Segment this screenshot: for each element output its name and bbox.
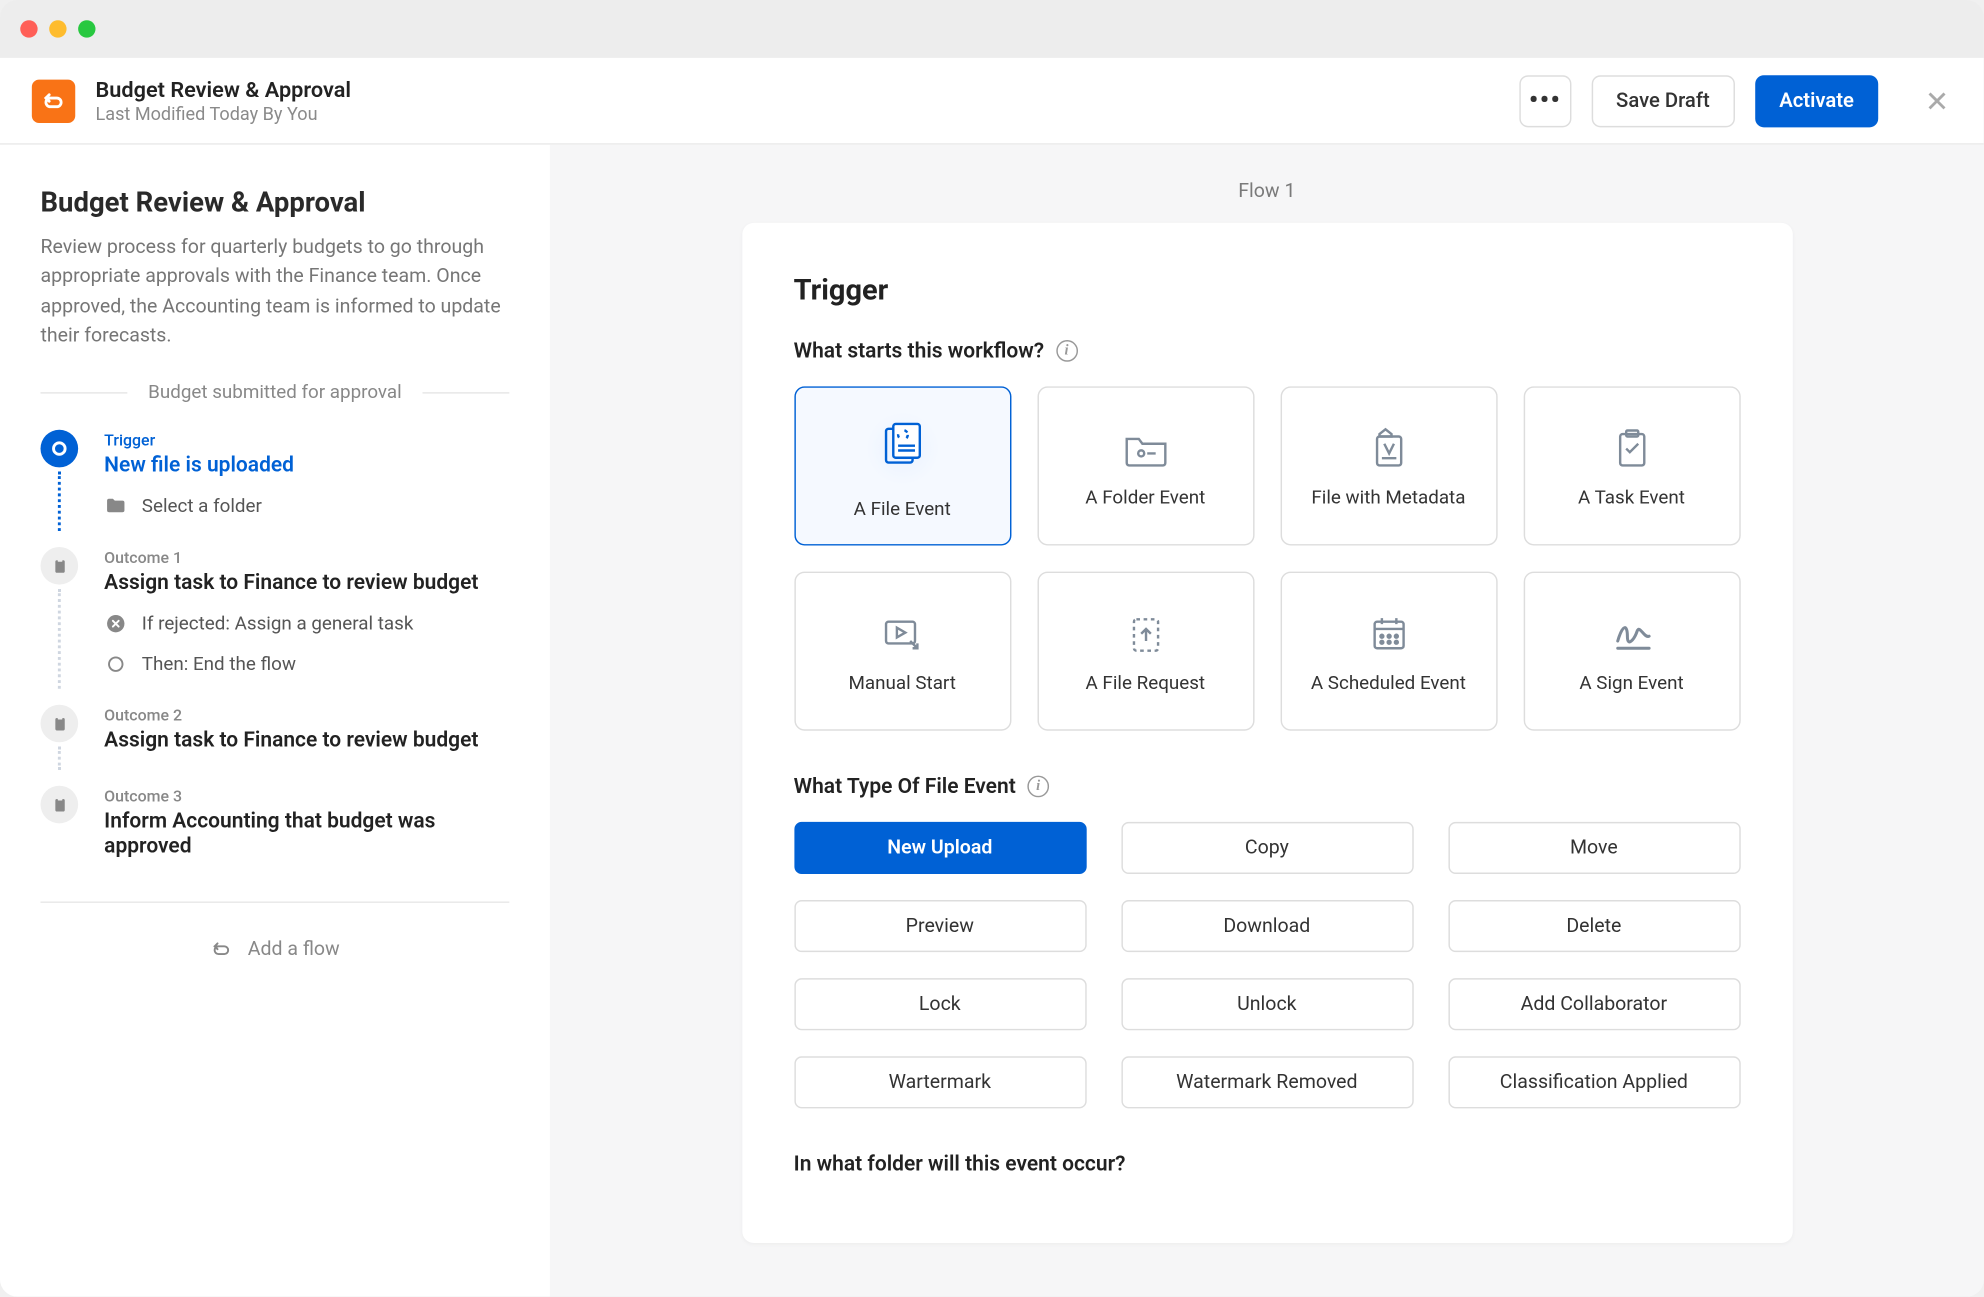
clipboard-icon	[41, 705, 79, 743]
trigger-file-event[interactable]: A File Event	[794, 386, 1011, 545]
question-starts: What starts this workflow? i	[794, 339, 1740, 364]
activate-button[interactable]: Activate	[1755, 75, 1879, 127]
steps-list: Trigger New file is uploaded Select a fo…	[41, 430, 510, 876]
step-title: Assign task to Finance to review budget	[104, 570, 509, 595]
x-circle-icon	[104, 612, 127, 635]
trigger-sub-text: Select a folder	[142, 496, 262, 518]
trigger-sign-event[interactable]: A Sign Event	[1523, 572, 1740, 731]
main-panel: Flow 1 Trigger What starts this workflow…	[550, 145, 1984, 1297]
flow-icon	[210, 938, 233, 961]
add-flow-button[interactable]: Add a flow	[41, 929, 510, 961]
window-close-dot[interactable]	[20, 20, 37, 37]
event-download[interactable]: Download	[1121, 900, 1413, 952]
calendar-icon	[1359, 608, 1417, 657]
trigger-manual-start[interactable]: Manual Start	[794, 572, 1011, 731]
file-event-icon	[873, 420, 931, 469]
step-trigger[interactable]: Trigger New file is uploaded Select a fo…	[41, 430, 510, 536]
step-title: Assign task to Finance to review budget	[104, 728, 509, 753]
event-move[interactable]: Move	[1448, 822, 1740, 874]
app-body: Budget Review & Approval Last Modified T…	[0, 58, 1984, 1297]
window-max-dot[interactable]	[78, 20, 95, 37]
trigger-scheduled[interactable]: A Scheduled Event	[1280, 572, 1497, 731]
title-block: Budget Review & Approval Last Modified T…	[96, 76, 352, 125]
topbar: Budget Review & Approval Last Modified T…	[0, 58, 1984, 145]
outcome1-sub2: Then: End the flow	[104, 653, 509, 676]
question-folder: In what folder will this event occur?	[794, 1152, 1740, 1177]
window-min-dot[interactable]	[49, 20, 66, 37]
step-bullet-active	[41, 430, 79, 468]
save-draft-button[interactable]: Save Draft	[1591, 75, 1734, 127]
trigger-metadata[interactable]: File with Metadata	[1280, 386, 1497, 545]
step-label: Trigger	[104, 431, 509, 450]
event-type-grid: New Upload Copy Move Preview Download De…	[794, 822, 1740, 1109]
event-watermark[interactable]: Wartermark	[794, 1056, 1086, 1108]
question-file-event-type: What Type Of File Event i	[794, 774, 1740, 799]
manual-start-icon	[873, 608, 931, 657]
event-preview[interactable]: Preview	[794, 900, 1086, 952]
step-label: Outcome 1	[104, 548, 509, 567]
task-event-icon	[1603, 423, 1661, 472]
workflow-title: Budget Review & Approval	[96, 76, 352, 102]
step-outcome-2[interactable]: Outcome 2 Assign task to Finance to revi…	[41, 705, 510, 774]
info-icon[interactable]: i	[1056, 340, 1078, 362]
trigger-grid: A File Event A Folder Event File with Me…	[794, 386, 1740, 730]
mac-titlebar	[0, 0, 1984, 58]
trigger-subrow[interactable]: Select a folder	[104, 495, 509, 518]
clipboard-icon	[41, 786, 79, 824]
step-title: Inform Accounting that budget was approv…	[104, 809, 509, 858]
app-logo	[32, 79, 75, 122]
event-classification[interactable]: Classification Applied	[1448, 1056, 1740, 1108]
event-watermark-removed[interactable]: Watermark Removed	[1121, 1056, 1413, 1108]
step-label: Outcome 3	[104, 787, 509, 806]
event-delete[interactable]: Delete	[1448, 900, 1740, 952]
sidebar: Budget Review & Approval Review process …	[0, 145, 550, 1297]
file-request-icon	[1116, 608, 1174, 657]
add-flow-label: Add a flow	[248, 938, 340, 961]
sign-icon	[1603, 608, 1661, 657]
event-copy[interactable]: Copy	[1121, 822, 1413, 874]
trigger-folder-event[interactable]: A Folder Event	[1037, 386, 1254, 545]
content-body: Budget Review & Approval Review process …	[0, 145, 1984, 1297]
trigger-file-request[interactable]: A File Request	[1037, 572, 1254, 731]
outcome1-sub1: If rejected: Assign a general task	[104, 612, 509, 635]
sidebar-description: Review process for quarterly budgets to …	[41, 233, 510, 350]
app-window: Budget Review & Approval Last Modified T…	[0, 0, 1984, 1297]
flow-label: Flow 1	[550, 145, 1984, 223]
step-title: New file is uploaded	[104, 453, 509, 478]
step-label: Outcome 2	[104, 706, 509, 725]
trigger-heading: Trigger	[794, 272, 1740, 307]
event-add-collaborator[interactable]: Add Collaborator	[1448, 978, 1740, 1030]
clipboard-icon	[41, 547, 79, 585]
flow-divider-label: Budget submitted for approval	[41, 382, 510, 404]
step-outcome-3[interactable]: Outcome 3 Inform Accounting that budget …	[41, 786, 510, 876]
sidebar-title: Budget Review & Approval	[41, 185, 510, 218]
close-panel-button[interactable]: ✕	[1919, 77, 1955, 123]
event-new-upload[interactable]: New Upload	[794, 822, 1086, 874]
event-unlock[interactable]: Unlock	[1121, 978, 1413, 1030]
event-lock[interactable]: Lock	[794, 978, 1086, 1030]
trigger-task-event[interactable]: A Task Event	[1523, 386, 1740, 545]
circle-icon	[104, 653, 127, 676]
metadata-icon	[1359, 423, 1417, 472]
folder-event-icon	[1116, 423, 1174, 472]
more-button[interactable]: •••	[1519, 75, 1571, 127]
info-icon[interactable]: i	[1027, 776, 1049, 798]
workflow-subtitle: Last Modified Today By You	[96, 103, 352, 125]
trigger-card: Trigger What starts this workflow? i A F…	[742, 223, 1793, 1243]
step-outcome-1[interactable]: Outcome 1 Assign task to Finance to revi…	[41, 547, 510, 693]
folder-icon	[104, 495, 127, 518]
